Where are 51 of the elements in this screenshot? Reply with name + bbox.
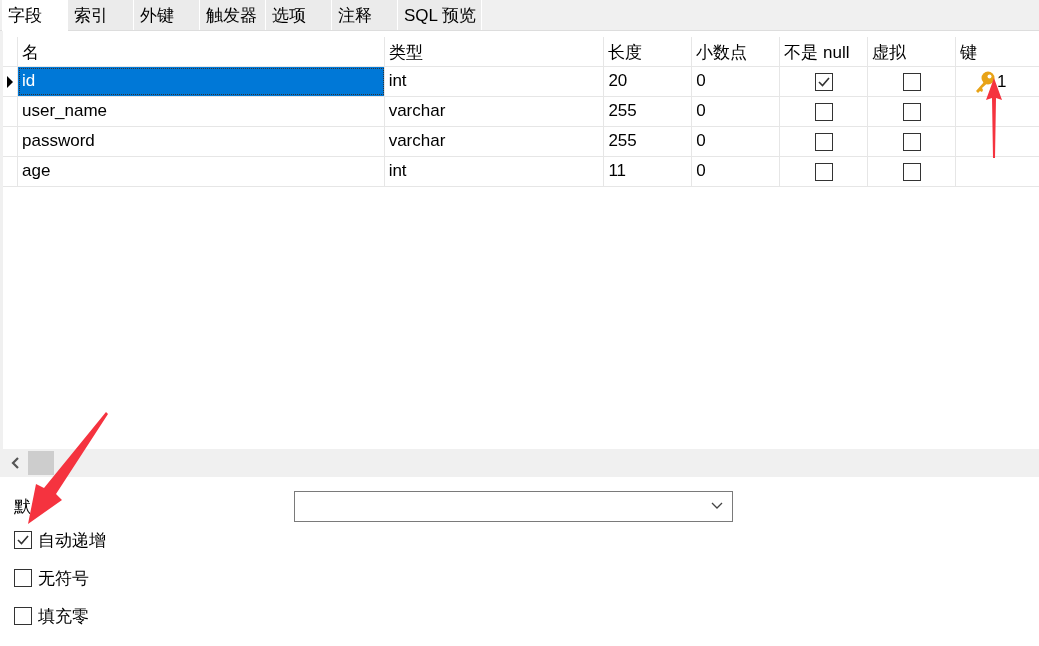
table-cell: 0 (692, 67, 781, 96)
row-pointer-icon (7, 75, 13, 88)
column-header: 键 (959, 42, 979, 64)
checkbox[interactable] (902, 132, 921, 151)
table-cell: int (384, 157, 605, 186)
table-cell: varchar (384, 127, 605, 156)
table-cell: int (384, 67, 605, 96)
checkbox[interactable] (14, 531, 32, 549)
tab[interactable]: SQL 预览 (398, 0, 482, 30)
column-header: 长度 (604, 37, 693, 66)
table-cell[interactable]: password (18, 127, 385, 156)
checkbox[interactable] (814, 162, 833, 181)
table-cell: 255 (604, 97, 693, 126)
table-cell: 0 (692, 127, 781, 156)
checkbox[interactable] (814, 72, 833, 91)
table-cell[interactable]: age (18, 157, 385, 186)
checkbox[interactable] (902, 162, 921, 181)
checkbox[interactable] (814, 132, 833, 151)
table-cell: 11 (604, 157, 693, 186)
chevron-down-icon (711, 502, 723, 510)
column-header: 小数点 (692, 37, 781, 66)
scroll-left-icon[interactable] (10, 457, 20, 469)
table-cell[interactable]: user_name (18, 97, 385, 126)
table-cell: 0 (692, 157, 781, 186)
table-cell: 20 (604, 67, 693, 96)
column-header: 名 (18, 37, 385, 66)
tab[interactable]: 外键 (134, 0, 200, 30)
checkbox[interactable] (814, 102, 833, 121)
key-number: 1 (997, 71, 1007, 92)
table-cell: 0 (692, 97, 781, 126)
checkbox-label: 自动递增 (38, 529, 106, 552)
checkbox-label: 无符号 (38, 567, 89, 590)
column-header: 类型 (384, 37, 605, 66)
checkbox[interactable] (902, 102, 921, 121)
tab[interactable]: 选项 (266, 0, 332, 30)
tab[interactable]: 触发器 (200, 0, 266, 30)
checkbox[interactable] (902, 72, 921, 91)
default-dropdown[interactable] (294, 490, 733, 522)
table-cell: 255 (604, 127, 693, 156)
tab[interactable]: 注释 (332, 0, 398, 30)
tab[interactable]: 字段 (2, 0, 68, 31)
table-cell: varchar (384, 97, 605, 126)
checkbox[interactable] (14, 607, 32, 625)
tab[interactable]: 索引 (68, 0, 134, 30)
checkbox-label: 填充零 (38, 605, 89, 628)
scrollbar-thumb[interactable] (28, 451, 54, 475)
column-header: 虚拟 (868, 37, 957, 66)
default-label: 默 (14, 495, 32, 518)
table-cell[interactable]: id (18, 67, 385, 96)
checkbox[interactable] (14, 569, 32, 587)
column-header: 不是 null (780, 37, 869, 66)
